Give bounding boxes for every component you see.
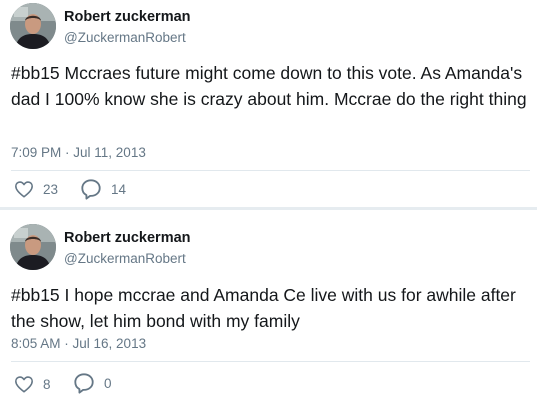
reply-count: 0 [104,375,112,391]
tweet-card[interactable]: Robert zuckerman @ZuckermanRobert #bb15 … [0,0,537,400]
user-avatar[interactable] [10,224,56,270]
reply-button[interactable]: 0 [73,372,112,394]
divider [11,361,530,362]
avatar-image [10,224,56,270]
author-handle[interactable]: @ZuckermanRobert [64,251,186,266]
like-button[interactable]: 8 [14,375,51,393]
speech-bubble-icon [74,373,94,394]
tweet-text: #bb15 I hope mccrae and Amanda Ce live w… [11,285,516,331]
author-display-name[interactable]: Robert zuckerman [64,230,191,246]
heart-outline-icon [15,376,33,393]
like-count: 8 [43,376,51,392]
tweet-feed: Robert zuckerman @ZuckermanRobert #bb15 … [0,0,537,400]
tweet-timestamp[interactable]: 8:05 AM · Jul 16, 2013 [11,336,146,351]
